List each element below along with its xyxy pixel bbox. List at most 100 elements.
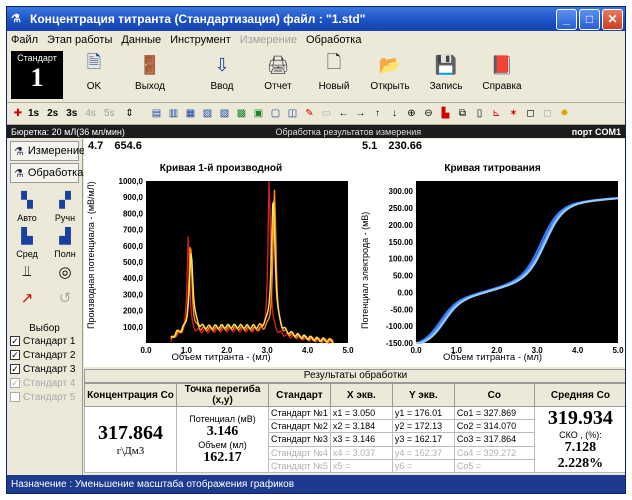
auto-label: Авто (17, 213, 37, 223)
tool-c-icon[interactable]: ▦ (184, 107, 198, 121)
tool-i-icon[interactable]: ◫ (286, 107, 300, 121)
manual-button[interactable]: ▞ Ручн (48, 191, 82, 223)
standard-1-label: Стандарт 1 (23, 335, 76, 347)
marker-button[interactable]: ⫫ (10, 263, 44, 285)
potential-value: 3.146 (206, 423, 239, 439)
tool-d-icon[interactable]: ▧ (201, 107, 215, 121)
save-button[interactable]: 💾 Запись (421, 53, 471, 93)
row2-std: Стандарт №2 (268, 419, 331, 434)
settings-icon[interactable]: ✹ (558, 107, 572, 121)
processing-label: Обработка (27, 167, 84, 179)
tool-a-icon[interactable]: ▤ (150, 107, 164, 121)
tool-e-icon[interactable]: ▨ (218, 107, 232, 121)
concentration-value: 317.864 (98, 422, 163, 444)
full-button[interactable]: ▟ Полн (48, 227, 82, 259)
new-button[interactable]: 🗋 Новый (309, 52, 359, 92)
arrow-left-icon[interactable]: ← (337, 107, 351, 121)
input-icon: ⇩ (214, 54, 230, 75)
choice-label: Выбор (29, 323, 60, 334)
close-button[interactable]: ✕ (602, 8, 623, 30)
save-icon: 💾 (434, 54, 458, 75)
cursor-icon[interactable]: ✶ (507, 107, 521, 121)
titration-xlabel: Объем титранта - (мл) (442, 352, 543, 363)
checkbox-empty-icon (10, 392, 20, 402)
row4-std: Стандарт №4 (268, 445, 331, 460)
processing-buttons: ▚ Авто ▞ Ручн ▙ Сред ▟ Полн ⫫ ◎ ↗ ↺ (7, 185, 82, 317)
maximize-button[interactable]: □ (579, 8, 600, 30)
report-button[interactable]: 🖨 Отчет (253, 53, 303, 93)
flask2-icon: ⚗ (14, 167, 24, 180)
open-button[interactable]: 📂 Открыть (365, 53, 415, 93)
standard-3-checkbox[interactable]: ✓ Стандарт 3 (7, 362, 82, 376)
ok-button[interactable]: 🗎 OK (69, 52, 119, 92)
menu-measurement: Измерение (239, 34, 297, 46)
menu-tools[interactable]: Инструмент (170, 34, 231, 46)
open-label: Открыть (370, 81, 410, 92)
y-tick-label: 900,0 (123, 193, 144, 202)
chart-icon[interactable]: ▙ (439, 107, 453, 121)
check-icon: ✓ (10, 378, 20, 388)
tool-j-icon[interactable]: ✎ (303, 107, 317, 121)
save-label: Запись (429, 81, 463, 92)
menu-processing[interactable]: Обработка (306, 34, 361, 46)
titration-plot[interactable]: 5.1 230.66 0.0 1.0 2.0 3.0 4.0 5.0 -150.00 -100… (358, 139, 625, 367)
processing-button[interactable]: ⚗ Обработка (10, 163, 83, 183)
tool-b-icon[interactable]: ▥ (167, 107, 181, 121)
standard-number: 1 (30, 63, 44, 92)
minimize-button[interactable]: _ (556, 8, 577, 30)
pin-icon[interactable]: ✚ (11, 107, 25, 121)
menu-stage[interactable]: Этап работы (47, 34, 112, 46)
y-tick-label: 300.00 (389, 187, 414, 196)
tool-g-icon[interactable]: ▣ (252, 107, 266, 121)
time-2s-button[interactable]: 2s (47, 108, 58, 119)
arrow-down-icon[interactable]: ↓ (388, 107, 402, 121)
tool-f-icon[interactable]: ▩ (235, 107, 249, 121)
report-icon: 🖨 (266, 54, 290, 75)
row5-std: Стандарт №5 (268, 458, 331, 474)
derivative-plot[interactable]: 4.7 654.6 0.0 1.0 2.0 3.0 4.0 5.0 100,0 200,0 30… (84, 139, 358, 367)
time-1s-button[interactable]: 1s (28, 108, 39, 119)
axis-icon[interactable]: ⊾ (490, 107, 504, 121)
table-row: 317.864 г\Дм3 Потенциал (мВ) 3.146 Объем… (84, 405, 625, 473)
standard-2-checkbox[interactable]: ✓ Стандарт 2 (7, 348, 82, 362)
input-button[interactable]: ⇩ Ввод (197, 53, 247, 93)
arrow-right-icon[interactable]: → (354, 107, 368, 121)
row2-x: x2 = 3.184 (329, 419, 393, 434)
time-4s-button: 4s (85, 108, 96, 119)
zoom-in-icon[interactable]: ⊕ (405, 107, 419, 121)
copy-icon[interactable]: ⧉ (456, 107, 470, 121)
row4-co: Co4 = 329.272 (453, 445, 535, 460)
frame-icon[interactable]: ◻ (524, 107, 538, 121)
target-button[interactable]: ◎ (48, 263, 82, 285)
y-tick-label: 250.00 (389, 204, 414, 213)
spin-icon[interactable]: ⇕ (123, 107, 137, 121)
tool-k-icon: ▭ (321, 108, 332, 119)
open-folder-icon: 📂 (378, 54, 402, 75)
standard-3-label: Стандарт 3 (23, 363, 76, 375)
help-book-icon: 📕 (490, 54, 514, 75)
page-icon[interactable]: ▯ (473, 107, 487, 121)
arrow-up-icon[interactable]: ↑ (371, 107, 385, 121)
y-tick-label: 800,0 (123, 209, 144, 218)
disabled-tool-icon: ↺ (58, 290, 72, 307)
edit-curve-button[interactable]: ↗ (10, 289, 44, 311)
col-co: Co (453, 383, 535, 407)
average-button[interactable]: ▙ Сред (10, 227, 44, 259)
concentration-unit: г\Дм3 (116, 445, 145, 457)
measurement-button[interactable]: ⚗ Измерение (10, 141, 85, 161)
tool-h-icon[interactable]: ▢ (269, 107, 283, 121)
exit-button[interactable]: 🚪 Выход (125, 53, 175, 93)
col-concentration: Концентрация Co (84, 383, 177, 407)
y-tick-label: 100,0 (123, 323, 144, 332)
menu-data[interactable]: Данные (121, 34, 161, 46)
menu-file[interactable]: Файл (11, 34, 38, 46)
help-button[interactable]: 📕 Справка (477, 53, 527, 93)
auto-button[interactable]: ▚ Авто (10, 191, 44, 223)
zoom-out-icon[interactable]: ⊖ (422, 107, 436, 121)
time-3s-button[interactable]: 3s (66, 108, 77, 119)
potential-label: Потенциал (мВ) (189, 413, 256, 424)
new-label: Новый (318, 81, 350, 92)
standard-1-checkbox[interactable]: ✓ Стандарт 1 (7, 334, 82, 348)
y-tick-label: 700,0 (123, 226, 144, 235)
col-inflection: Точка перегиба (x,y) (176, 383, 269, 407)
